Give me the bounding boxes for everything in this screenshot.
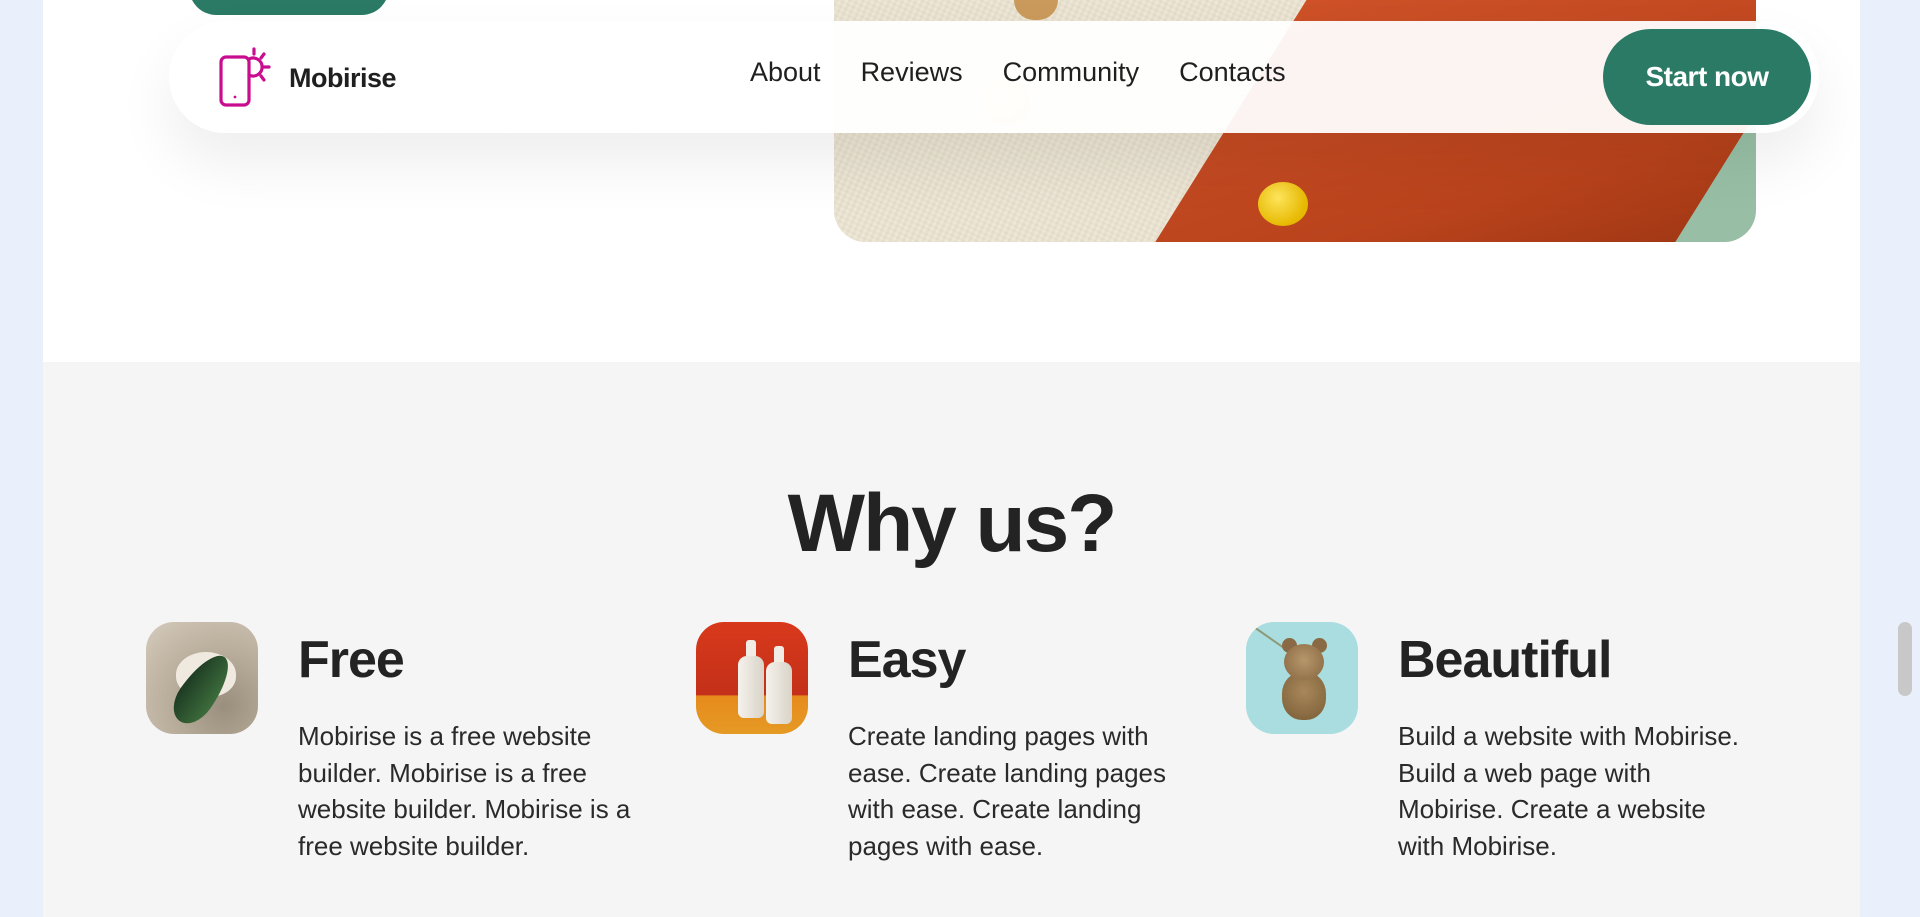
feature-title: Beautiful	[1398, 631, 1612, 689]
feature-easy: Easy Create landing pages with ease. Cre…	[696, 622, 1216, 882]
nav-link-reviews[interactable]: Reviews	[861, 57, 963, 88]
feature-title: Easy	[848, 631, 966, 689]
nav-link-contacts[interactable]: Contacts	[1179, 57, 1286, 88]
yellow-ball	[1258, 182, 1308, 226]
brand-name: Mobirise	[289, 62, 397, 93]
navbar: Mobirise About Reviews Community Contact…	[169, 21, 1819, 133]
scrollbar-thumb[interactable]	[1898, 622, 1912, 696]
hero-button-partial[interactable]	[189, 0, 389, 15]
start-now-button[interactable]: Start now	[1603, 29, 1811, 125]
feature-title: Free	[298, 631, 405, 689]
nav-link-about[interactable]: About	[750, 57, 821, 88]
feature-text: Mobirise is a free website builder. Mobi…	[298, 721, 631, 861]
teddy-bear-image	[1246, 622, 1358, 734]
page: Mobirise About Reviews Community Contact…	[43, 0, 1860, 917]
bottle-shape	[766, 646, 792, 724]
nav-links: About Reviews Community Contacts	[750, 57, 1286, 88]
section-title: Why us?	[787, 478, 1118, 569]
feature-text: Build a website with Mobirise. Build a w…	[1398, 721, 1740, 861]
feature-text: Create landing pages with ease. Create l…	[848, 721, 1167, 861]
nav-link-community[interactable]: Community	[1003, 57, 1140, 88]
leaf-on-stone-image	[146, 622, 258, 734]
brand-link[interactable]: Mobirise	[219, 47, 397, 109]
why-us-section: Why us? Free Mobirise is a free website …	[43, 362, 1860, 917]
bear-head	[1284, 644, 1324, 680]
feature-beautiful: Beautiful Build a website with Mobirise.…	[1246, 622, 1766, 882]
scrollbar-track[interactable]	[1870, 0, 1920, 917]
bottle-shape	[738, 640, 764, 718]
cosmetic-bottles-image	[696, 622, 808, 734]
phone-sun-icon	[219, 47, 271, 109]
feature-free: Free Mobirise is a free website builder.…	[146, 622, 666, 882]
